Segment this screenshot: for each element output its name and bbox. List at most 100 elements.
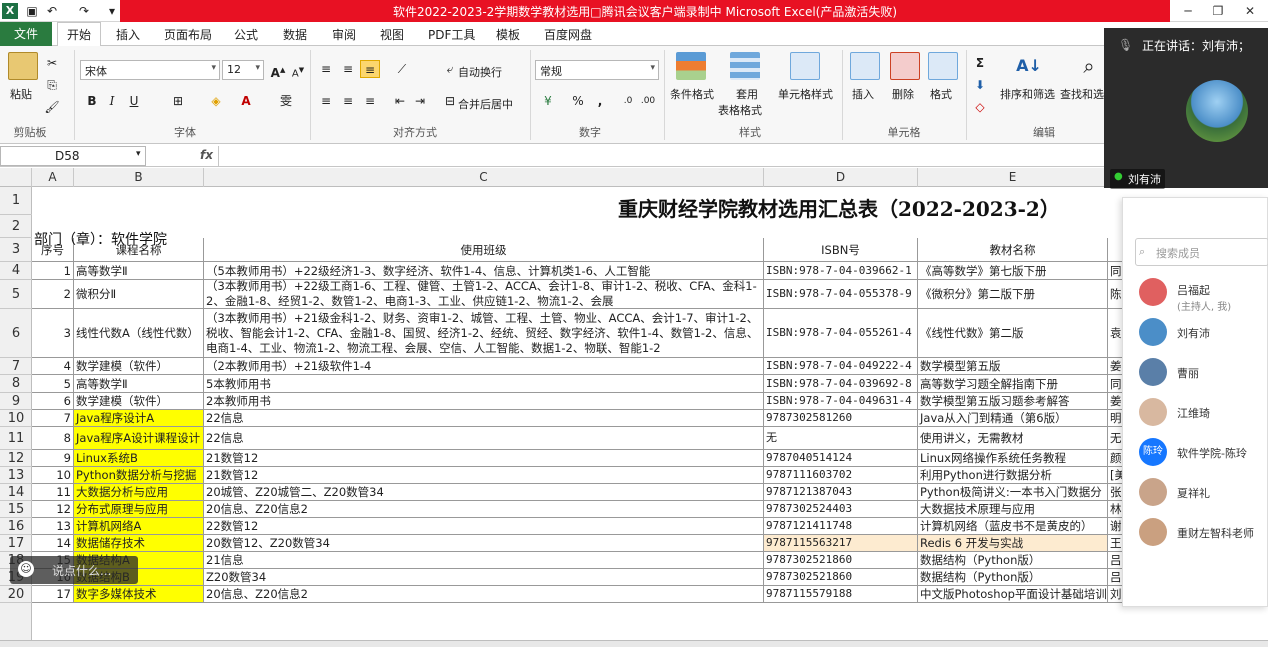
redo-icon[interactable]: ↷ <box>76 3 92 19</box>
member-item[interactable]: 江维琦 <box>1139 396 1267 432</box>
cell-classes[interactable]: 2本教师用书 <box>204 393 764 410</box>
cell-classes[interactable]: （3本教师用书）+22级工商1-6、工程、健管、土管1-2、ACCA、会计1-8… <box>204 280 764 309</box>
cell-book[interactable]: 数学模型第五版习题参考解答 <box>918 393 1108 410</box>
cell-classes[interactable]: （3本教师用书）+21级金科1-2、财务、资审1-2、城管、工程、土管、物业、A… <box>204 309 764 358</box>
cell-classes[interactable]: 22数管12 <box>204 518 764 535</box>
cell-no[interactable]: 13 <box>32 518 74 535</box>
cell-course[interactable]: Linux系统B <box>74 450 204 467</box>
row-header[interactable]: 11 <box>0 427 32 450</box>
cell-isbn[interactable]: 9787040514124 <box>764 450 918 467</box>
undo-icon[interactable]: ↶ <box>44 3 60 19</box>
cell-book[interactable]: 计算机网络（蓝皮书不是黄皮的） <box>918 518 1108 535</box>
column-header-b[interactable]: B <box>74 168 204 187</box>
header-cell-classes[interactable]: 使用班级 <box>204 238 764 262</box>
cell-no[interactable]: 3 <box>32 309 74 358</box>
cell-classes[interactable]: 21数管12 <box>204 450 764 467</box>
cell-styles-icon[interactable] <box>790 52 820 80</box>
cell-book[interactable]: 《高等数学》第七版下册 <box>918 262 1108 280</box>
find-select-icon[interactable]: ⌕ <box>1074 52 1104 80</box>
cell-course[interactable]: 高等数学Ⅱ <box>74 262 204 280</box>
row-header[interactable]: 10 <box>0 410 32 427</box>
phonetic-icon[interactable]: 雯 <box>276 92 296 110</box>
cell-classes[interactable]: 20城管、Z20城管二、Z20数管34 <box>204 484 764 501</box>
borders-icon[interactable]: ⊞ <box>168 92 188 110</box>
underline-button[interactable]: U <box>124 92 144 110</box>
sort-filter-button[interactable]: 排序和筛选 <box>1000 86 1055 102</box>
format-as-table-label-2[interactable]: 表格格式 <box>718 102 762 118</box>
insert-cells-icon[interactable] <box>850 52 880 80</box>
row-header[interactable]: 8 <box>0 375 32 393</box>
cell-classes[interactable]: 22信息 <box>204 427 764 450</box>
customize-qat-icon[interactable]: ▾ <box>104 3 120 19</box>
name-box-dropdown-icon[interactable]: ▾ <box>136 149 141 159</box>
copy-icon[interactable]: ⎘ <box>42 76 62 94</box>
delete-cells-button[interactable]: 删除 <box>892 86 914 102</box>
format-as-table-label-1[interactable]: 套用 <box>736 86 758 102</box>
row-header[interactable]: 3 <box>0 238 32 262</box>
insert-cells-button[interactable]: 插入 <box>852 86 874 102</box>
cell-classes[interactable]: 20信息、Z20信息2 <box>204 501 764 518</box>
cell-no[interactable]: 8 <box>32 427 74 450</box>
cell-no[interactable]: 12 <box>32 501 74 518</box>
cell-course[interactable]: 数字多媒体技术 <box>74 586 204 603</box>
column-header-d[interactable]: D <box>764 168 918 187</box>
row-header[interactable]: 14 <box>0 484 32 501</box>
tab-file[interactable]: 文件 <box>0 22 52 46</box>
row-header[interactable]: 13 <box>0 467 32 484</box>
cell-course[interactable]: 分布式原理与应用 <box>74 501 204 518</box>
shrink-font-icon[interactable]: A▼ <box>288 61 308 79</box>
cell-isbn[interactable]: 9787111603702 <box>764 467 918 484</box>
cell-isbn[interactable]: 9787302581260 <box>764 410 918 427</box>
cell-course[interactable]: Java程序设计A <box>74 410 204 427</box>
tab-baidu-netdisk[interactable]: 百度网盘 <box>544 26 592 43</box>
format-cells-button[interactable]: 格式 <box>930 86 952 102</box>
align-right-icon[interactable]: ≡ <box>360 92 380 110</box>
row-header[interactable]: 5 <box>0 280 32 309</box>
cell-isbn[interactable]: ISBN:978-7-04-055378-9 <box>764 280 918 309</box>
row-header[interactable]: 1 <box>0 187 32 215</box>
tab-pdf-tools[interactable]: PDF工具 <box>428 26 475 43</box>
font-name-select[interactable]: 宋体 <box>80 60 220 80</box>
cell-book[interactable]: 使用讲义，无需教材 <box>918 427 1108 450</box>
name-box[interactable]: D58 <box>0 146 146 166</box>
cell-classes[interactable]: 5本教师用书 <box>204 375 764 393</box>
restore-icon[interactable]: ❐ <box>1205 2 1231 20</box>
clear-icon[interactable]: ◇ <box>970 98 990 116</box>
conditional-format-icon[interactable] <box>676 52 706 80</box>
cell-course[interactable]: Java程序A设计课程设计 <box>74 427 204 450</box>
select-all-corner[interactable] <box>0 168 32 187</box>
row-header[interactable]: 2 <box>0 215 32 238</box>
fill-icon[interactable]: ⬇ <box>970 76 990 94</box>
member-item[interactable]: 刘有沛 <box>1139 316 1267 352</box>
merge-icon[interactable]: ⊟ <box>440 92 460 110</box>
cell-no[interactable]: 9 <box>32 450 74 467</box>
font-color-icon[interactable]: A <box>236 92 256 110</box>
member-item[interactable]: 吕福起 (主持人, 我) <box>1139 276 1267 313</box>
tab-review[interactable]: 审阅 <box>332 26 356 43</box>
cell-book[interactable]: 数学模型第五版 <box>918 358 1108 375</box>
font-size-select[interactable]: 12 <box>222 60 264 80</box>
cell-classes[interactable]: 20信息、Z20信息2 <box>204 586 764 603</box>
cell-course[interactable]: 线性代数A（线性代数） <box>74 309 204 358</box>
row-header[interactable]: 4 <box>0 262 32 280</box>
cell-no[interactable]: 14 <box>32 535 74 552</box>
sheet-grid[interactable]: 序号 课程名称 使用班级 ISBN号 教材名称 1 高等数学Ⅱ （5本教师用书）+22级经济1… <box>32 187 1268 647</box>
cell-book[interactable]: 数据结构（Python版） <box>918 569 1108 586</box>
cell-isbn[interactable]: ISBN:978-7-04-055261-4 <box>764 309 918 358</box>
header-cell-isbn[interactable]: ISBN号 <box>764 238 918 262</box>
formula-input[interactable] <box>218 146 1118 166</box>
cell-classes[interactable]: （5本教师用书）+22级经济1-3、数字经济、软件1-4、信息、计算机类1-6、… <box>204 262 764 280</box>
decrease-indent-icon[interactable]: ⇤ <box>390 92 410 110</box>
comma-icon[interactable]: , <box>590 92 610 110</box>
bold-button[interactable]: B <box>82 92 102 110</box>
cell-isbn[interactable]: 9787115579188 <box>764 586 918 603</box>
cell-book[interactable]: 高等数学习题全解指南下册 <box>918 375 1108 393</box>
paste-icon[interactable] <box>8 52 38 80</box>
row-header[interactable]: 20 <box>0 586 32 603</box>
cell-course[interactable]: Python数据分析与挖掘 <box>74 467 204 484</box>
cell-course[interactable]: 大数据分析与应用 <box>74 484 204 501</box>
cell-no[interactable]: 4 <box>32 358 74 375</box>
cell-isbn[interactable]: ISBN:978-7-04-049222-4 <box>764 358 918 375</box>
member-item[interactable]: 曹丽 <box>1139 356 1267 392</box>
decrease-decimal-icon[interactable]: .00 <box>638 92 658 110</box>
